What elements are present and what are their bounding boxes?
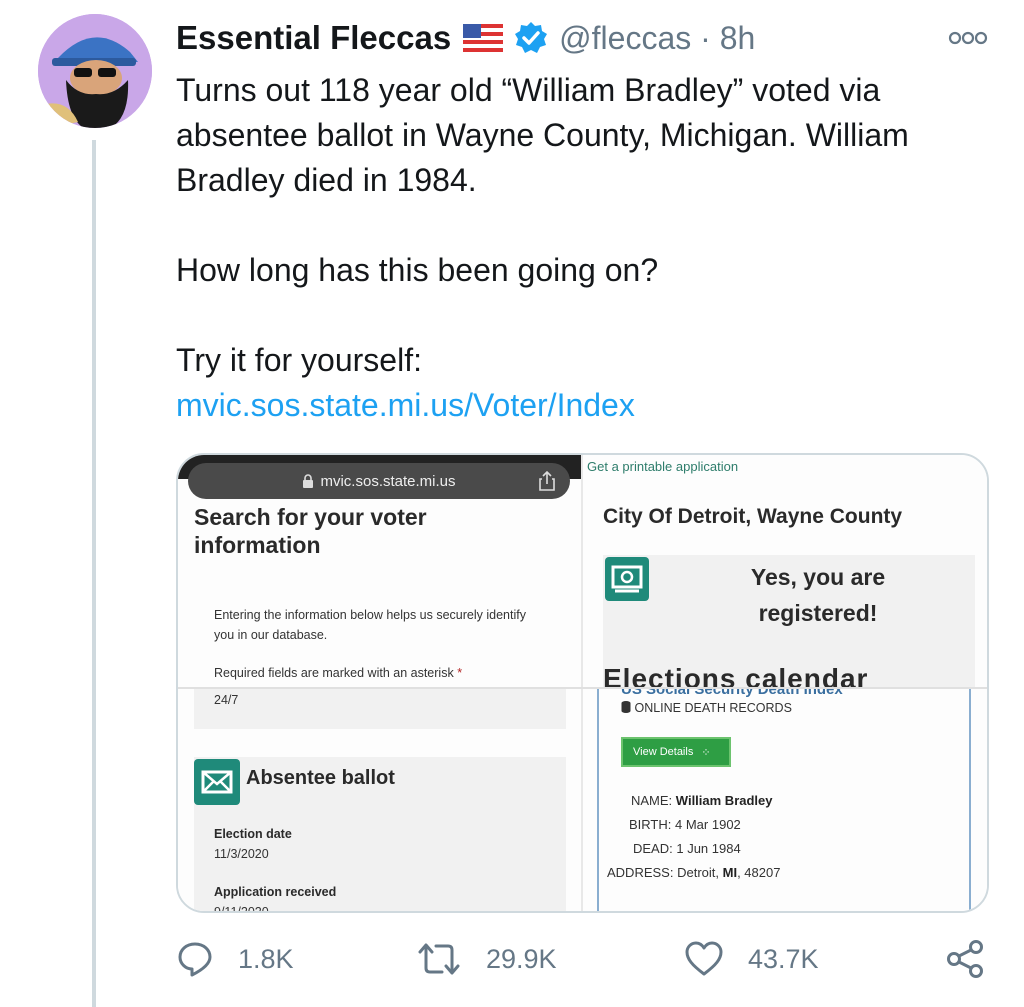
reply-icon xyxy=(178,942,212,977)
hours-box: 24/7 xyxy=(194,689,566,729)
database-icon xyxy=(621,701,631,713)
reply-count: 1.8K xyxy=(238,943,294,974)
us-flag-icon xyxy=(463,24,504,52)
tweet-paragraph: How long has this been going on? xyxy=(176,252,659,288)
printable-application-link: Get a printable application xyxy=(587,459,739,474)
share-button[interactable] xyxy=(946,935,1010,983)
author-name[interactable]: Essential Fleccas xyxy=(176,19,451,57)
tweet-media[interactable]: mvic.sos.state.mi.us Search for your vot… xyxy=(176,453,989,913)
spinner-icon: ⁘ xyxy=(701,746,711,759)
record-birth: BIRTH: 4 Mar 1902 xyxy=(629,817,741,832)
tweet-text: Turns out 118 year old “William Bradley”… xyxy=(176,68,986,428)
retweet-count: 29.9K xyxy=(486,943,557,974)
verified-icon xyxy=(515,22,548,53)
online-death-records: ONLINE DEATH RECORDS xyxy=(621,701,792,715)
like-button[interactable]: 43.7K xyxy=(684,935,819,983)
application-received-label: Application received xyxy=(214,885,337,899)
avatar-illustration xyxy=(38,14,152,128)
record-name: NAME: William Bradley xyxy=(631,793,773,808)
registration-screenshot: Get a printable application City Of Detr… xyxy=(583,455,987,687)
mail-icon xyxy=(194,759,240,805)
browser-url-bar: mvic.sos.state.mi.us xyxy=(188,463,570,499)
voter-search-screenshot: mvic.sos.state.mi.us Search for your vot… xyxy=(178,455,581,687)
media-divider xyxy=(178,687,987,689)
ssdi-heading: US Social Security Death Index xyxy=(621,689,843,698)
death-record-frame: US Social Security Death Index ONLINE DE… xyxy=(597,689,971,911)
election-date-label: Election date xyxy=(214,827,292,841)
retweet-button[interactable]: 29.9K xyxy=(416,935,557,983)
death-index-screenshot: US Social Security Death Index ONLINE DE… xyxy=(583,689,987,911)
more-icon[interactable] xyxy=(948,30,988,46)
registered-status: Yes, you are registered! xyxy=(750,564,886,626)
media-divider xyxy=(581,455,583,911)
like-icon xyxy=(685,941,723,976)
application-received-value: 9/11/2020 xyxy=(214,905,269,913)
url-text: mvic.sos.state.mi.us xyxy=(320,472,456,490)
absentee-screenshot: 24/7 Absentee ballot Election date 11/3/… xyxy=(178,689,581,913)
view-details-button: View Details ⁘ xyxy=(621,737,731,767)
thread-line xyxy=(92,140,96,1007)
avatar[interactable] xyxy=(38,14,152,128)
tweet-actions: 1.8K 29.9K 43.7K xyxy=(176,935,996,985)
search-title: Search for your voter information xyxy=(194,504,427,558)
tweet-paragraph: Try it for yourself: xyxy=(176,342,422,378)
required-note: Required fields are marked with an aster… xyxy=(214,666,463,680)
handle-and-time[interactable]: @fleccas · 8h xyxy=(559,20,755,57)
reply-button[interactable]: 1.8K xyxy=(176,935,294,983)
absentee-title: Absentee ballot xyxy=(246,767,395,789)
share-icon xyxy=(947,940,983,978)
search-description: Entering the information below helps us … xyxy=(214,608,526,642)
city-heading: City Of Detroit, Wayne County xyxy=(603,505,903,528)
browser-share-icon xyxy=(539,471,555,491)
tweet-link[interactable]: mvic.sos.state.mi.us/Voter/Index xyxy=(176,383,986,428)
lock-icon xyxy=(303,474,314,488)
absentee-box: Absentee ballot Election date 11/3/2020 … xyxy=(194,757,566,913)
tweet-header: Essential Fleccas @fleccas · 8h xyxy=(176,16,755,60)
registered-icon xyxy=(605,557,649,601)
elections-calendar-heading: Elections calendar xyxy=(603,663,869,687)
tweet-paragraph: Turns out 118 year old “William Bradley”… xyxy=(176,72,909,198)
retweet-icon xyxy=(418,943,460,975)
like-count: 43.7K xyxy=(748,943,819,974)
record-address: ADDRESS: Detroit, MI, 48207 xyxy=(607,865,781,880)
election-date-value: 11/3/2020 xyxy=(214,847,269,861)
record-dead: DEAD: 1 Jun 1984 xyxy=(633,841,741,856)
